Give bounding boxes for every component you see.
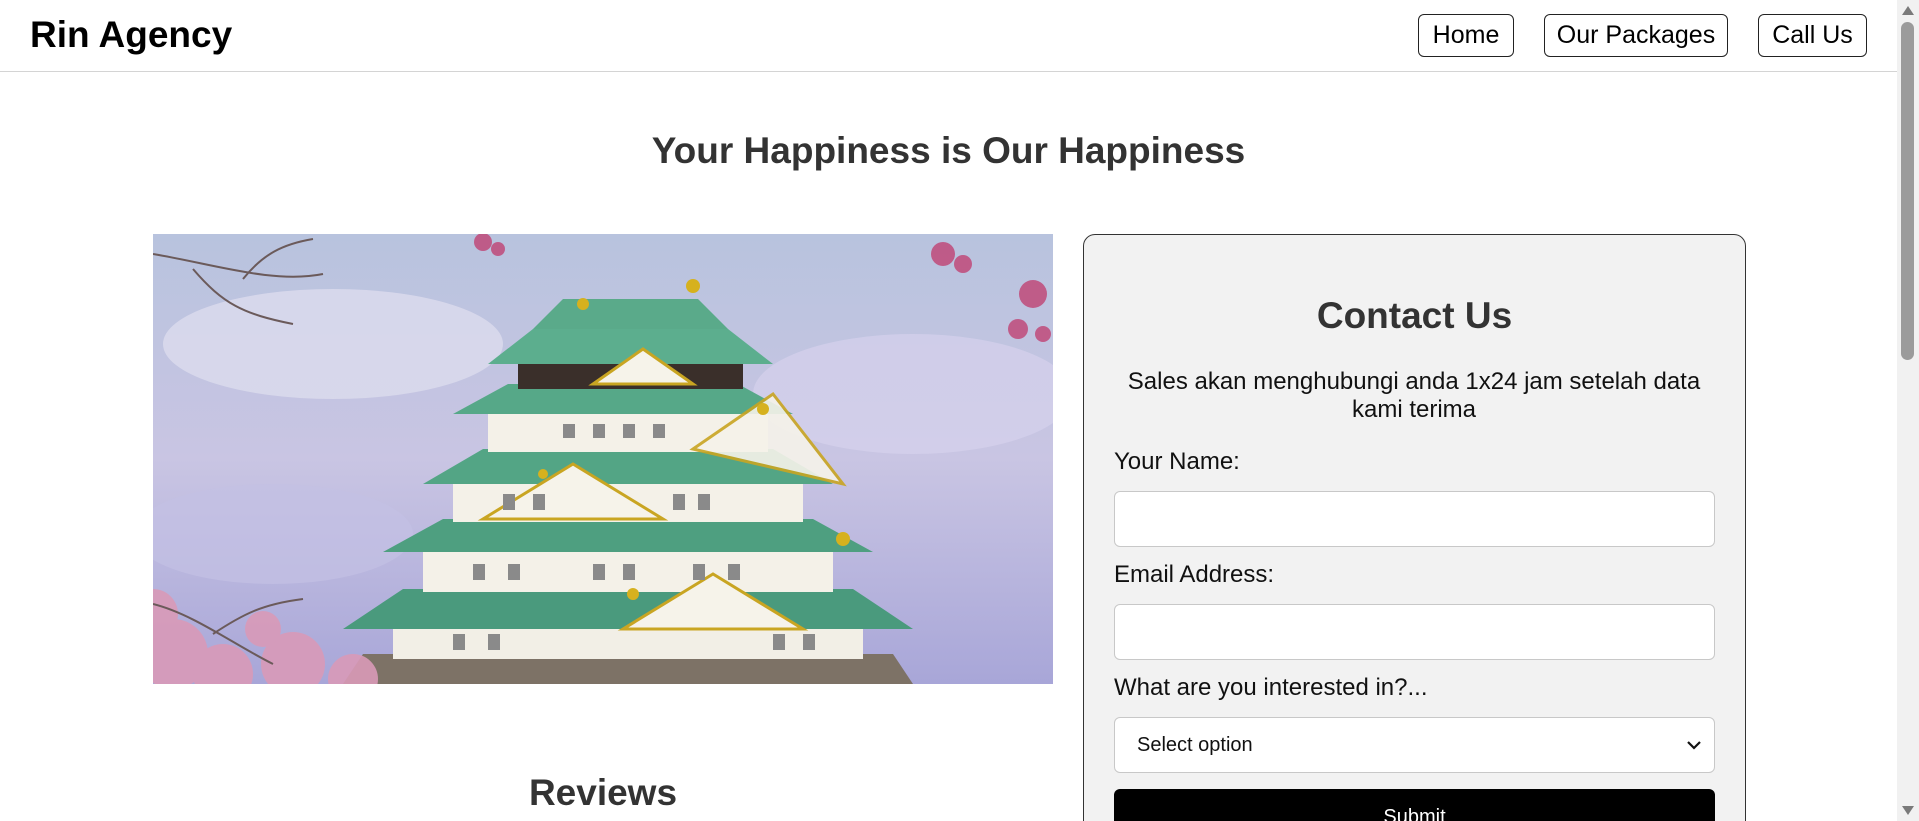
scrollbar-thumb[interactable] [1901, 22, 1914, 360]
nav-packages-button[interactable]: Our Packages [1544, 14, 1728, 57]
page: Rin Agency Home Our Packages Call Us You… [0, 0, 1919, 821]
reviews-heading: Reviews [528, 772, 678, 813]
interest-label: What are you interested in?... [1114, 674, 1428, 701]
interest-select-value: Select option [1137, 733, 1253, 756]
top-navbar: Rin Agency Home Our Packages Call Us [0, 0, 1897, 72]
scroll-up-arrow-icon[interactable] [1902, 6, 1914, 15]
scroll-down-arrow-icon[interactable] [1902, 806, 1914, 815]
contact-form-card: Contact Us Sales akan menghubungi anda 1… [1083, 234, 1746, 821]
nav-call-us-button[interactable]: Call Us [1758, 14, 1867, 57]
contact-title: Contact Us [1316, 295, 1513, 336]
chevron-down-icon [1687, 741, 1701, 750]
name-label: Your Name: [1114, 448, 1240, 475]
castle-image [153, 234, 1053, 684]
name-input[interactable] [1114, 491, 1715, 547]
email-input[interactable] [1114, 604, 1715, 660]
vertical-scrollbar[interactable] [1897, 0, 1919, 821]
submit-button[interactable]: Submit [1114, 789, 1715, 821]
nav-home-button[interactable]: Home [1418, 14, 1514, 57]
hero-title: Your Happiness is Our Happiness [651, 130, 1246, 171]
interest-select[interactable]: Select option [1114, 717, 1715, 773]
email-label: Email Address: [1114, 561, 1275, 588]
brand-logo[interactable]: Rin Agency [30, 14, 232, 56]
castle-photo-icon [153, 234, 1053, 684]
contact-description: Sales akan menghubungi anda 1x24 jam set… [1127, 368, 1701, 423]
